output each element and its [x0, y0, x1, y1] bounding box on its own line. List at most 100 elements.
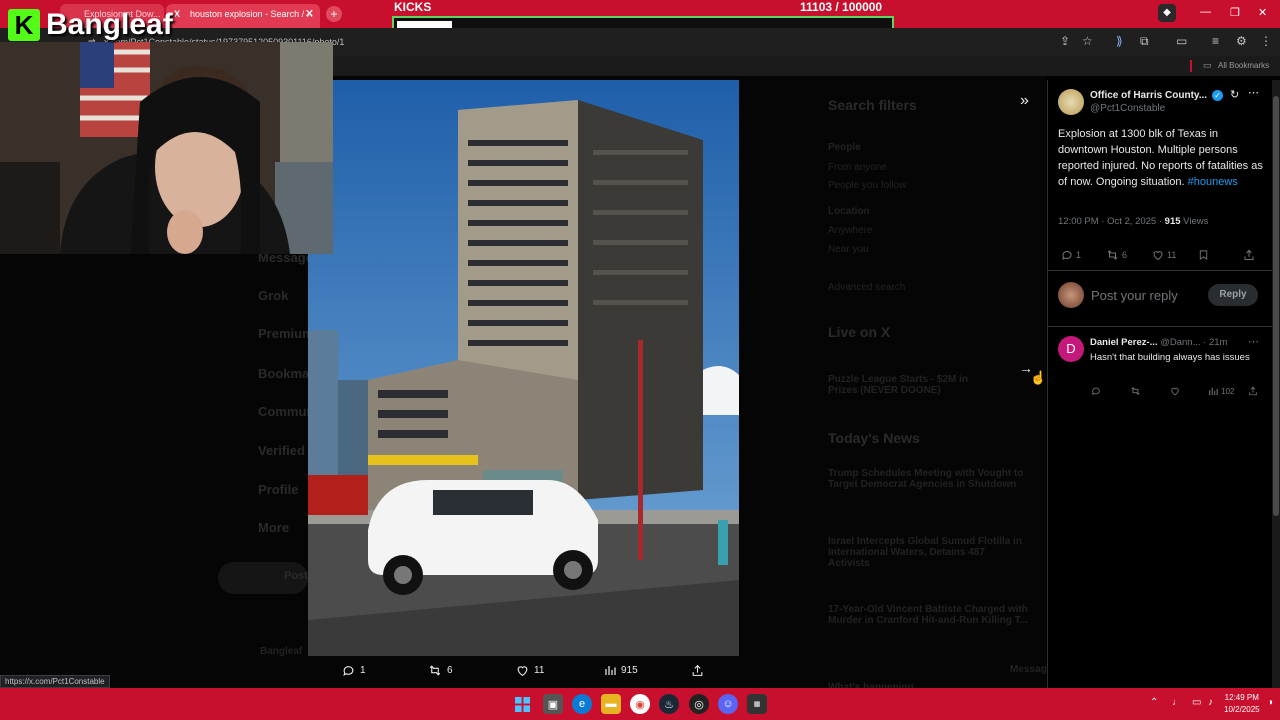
x-logo-icon: X: [174, 9, 181, 19]
kicks-progress-fill: [397, 21, 452, 28]
mouse-cursor-icon: ☝: [1030, 370, 1047, 385]
post-button-ghost: Post: [218, 562, 308, 594]
photo-views-button[interactable]: 915: [604, 664, 638, 676]
filter-location: Location: [828, 206, 870, 217]
reply-share-button[interactable]: [1248, 386, 1258, 396]
tab-search[interactable]: X houston explosion - Search / X ✕: [166, 4, 320, 28]
tweet-text: Explosion at 1300 blk of Texas in downto…: [1058, 126, 1263, 190]
photo-share-button[interactable]: [691, 664, 704, 677]
tweet-time[interactable]: 12:00 PM · Oct 2, 2025 ·: [1058, 216, 1165, 227]
repost-icon: [1131, 387, 1140, 395]
reply-button[interactable]: Reply: [1208, 284, 1258, 306]
obs-icon[interactable]: ◎: [689, 694, 709, 714]
reply-reply-button[interactable]: [1091, 386, 1101, 396]
reply-count: 1: [360, 665, 366, 676]
reply-author-avatar[interactable]: D: [1058, 336, 1084, 362]
reply-author-name[interactable]: Daniel Perez-...: [1090, 337, 1158, 348]
divider: [1048, 326, 1272, 327]
app-icon[interactable]: ▦: [747, 694, 767, 714]
grok-icon[interactable]: ↻: [1230, 88, 1239, 101]
system-clock[interactable]: 12:49 PM 10/2/2025: [1224, 692, 1260, 716]
post-button-label: Post: [284, 570, 308, 582]
author-avatar[interactable]: [1058, 89, 1084, 115]
heart-icon: [1153, 251, 1163, 261]
task-view-icon[interactable]: ▣: [543, 694, 563, 714]
sidebar-icon[interactable]: ▭: [1176, 34, 1187, 48]
restore-icon[interactable]: ❐: [1230, 6, 1240, 19]
live-title: Live on X: [828, 324, 891, 340]
reply-views-button[interactable]: 102: [1208, 386, 1234, 396]
reply-views-count: 102: [1221, 386, 1235, 396]
edge-icon[interactable]: e: [572, 694, 592, 714]
microphone-icon[interactable]: ♩: [1172, 697, 1182, 708]
reply-icon: [343, 666, 354, 676]
minimize-icon[interactable]: —: [1200, 6, 1211, 18]
folder-icon: ▭: [1203, 60, 1212, 70]
reply-icon: [1092, 387, 1100, 396]
menu-dots-icon[interactable]: ⋮: [1260, 34, 1272, 48]
notifications-icon[interactable]: ◗: [1268, 697, 1274, 708]
tray-overflow-icon[interactable]: ⌃: [1150, 697, 1158, 708]
profile-icon[interactable]: ⚙: [1236, 34, 1247, 48]
reply-age[interactable]: · 21m: [1203, 337, 1227, 348]
photo-like-button[interactable]: 11: [516, 664, 544, 677]
current-user-avatar: [1058, 282, 1084, 308]
share-icon: [692, 664, 703, 676]
media-icon[interactable]: ≡: [1212, 34, 1219, 48]
windows-start-icon[interactable]: [512, 694, 532, 714]
tweet-share-button[interactable]: [1243, 249, 1255, 261]
network-icon[interactable]: ▭: [1192, 697, 1201, 708]
bookmark-icon: [1199, 250, 1208, 261]
photo-reply-button[interactable]: 1: [342, 664, 366, 677]
tweet-reply-button[interactable]: 1: [1061, 249, 1081, 261]
filter-people-you-follow: People you follow: [828, 180, 907, 191]
bookmark-star-icon[interactable]: ☆: [1082, 34, 1093, 48]
hashtag-link[interactable]: #hounews: [1188, 176, 1238, 188]
webcam-overlay: [0, 42, 333, 254]
webcam-feed: [0, 42, 333, 254]
reply-author-handle[interactable]: @Dann...: [1160, 337, 1200, 348]
scrollbar-thumb[interactable]: [1273, 96, 1279, 516]
collapse-panel-icon[interactable]: »: [1020, 92, 1029, 110]
tweet-like-button[interactable]: 11: [1152, 249, 1176, 261]
verified-badge-icon: ✓: [1212, 90, 1223, 101]
repost-count: 6: [1122, 250, 1128, 260]
photo-repost-button[interactable]: 6: [428, 664, 453, 677]
author-name[interactable]: Office of Harris County...: [1090, 90, 1207, 101]
search-filters-title: Search filters: [828, 97, 917, 113]
steam-icon[interactable]: ♨: [659, 694, 679, 714]
file-explorer-icon[interactable]: ▬: [601, 694, 621, 714]
streamer-logo: K Bangleaf: [8, 8, 173, 42]
reply-input[interactable]: Post your reply: [1091, 288, 1178, 303]
post-photo[interactable]: [308, 80, 739, 656]
all-bookmarks-link[interactable]: All Bookmarks: [1218, 61, 1269, 70]
filter-from-anyone: From anyone: [828, 162, 887, 173]
kicks-goal-count: 11103 / 100000: [800, 0, 883, 14]
extension-icon[interactable]: ◆: [1158, 4, 1176, 22]
like-count: 11: [1167, 250, 1177, 260]
tweet-bookmark-button[interactable]: [1198, 249, 1209, 261]
more-options-icon[interactable]: ⋯: [1248, 86, 1259, 99]
heart-icon: [517, 666, 528, 677]
reply-more-icon[interactable]: ⋯: [1248, 335, 1259, 348]
new-tab-button[interactable]: +: [326, 6, 342, 22]
views-chart-icon: [605, 666, 616, 675]
puzzle-icon[interactable]: ⧉: [1140, 34, 1149, 49]
reply-like-button[interactable]: [1170, 386, 1180, 396]
news-item: Israel Intercepts Global Sumud Flotilla …: [828, 536, 1022, 569]
share-icon: [1244, 249, 1254, 260]
chrome-icon[interactable]: ◉: [630, 694, 650, 714]
tweet-repost-button[interactable]: 6: [1106, 249, 1127, 261]
author-handle[interactable]: @Pct1Constable: [1090, 103, 1165, 114]
live-item: Puzzle League Starts - $2M in Prizes (NE…: [828, 374, 969, 396]
reply-repost-button[interactable]: [1130, 386, 1141, 396]
close-window-icon[interactable]: ✕: [1258, 6, 1267, 19]
install-app-icon[interactable]: ⇪: [1060, 34, 1070, 48]
discord-icon[interactable]: ☺: [718, 694, 738, 714]
extension-icon[interactable]: ⟫: [1116, 34, 1123, 48]
nav-more: More: [258, 520, 290, 535]
kicks-goal-label: KICKS: [394, 0, 432, 14]
tweet-views-label: Views: [1180, 216, 1209, 227]
close-tab-icon[interactable]: ✕: [305, 4, 314, 24]
speaker-icon[interactable]: ♪: [1208, 697, 1213, 708]
